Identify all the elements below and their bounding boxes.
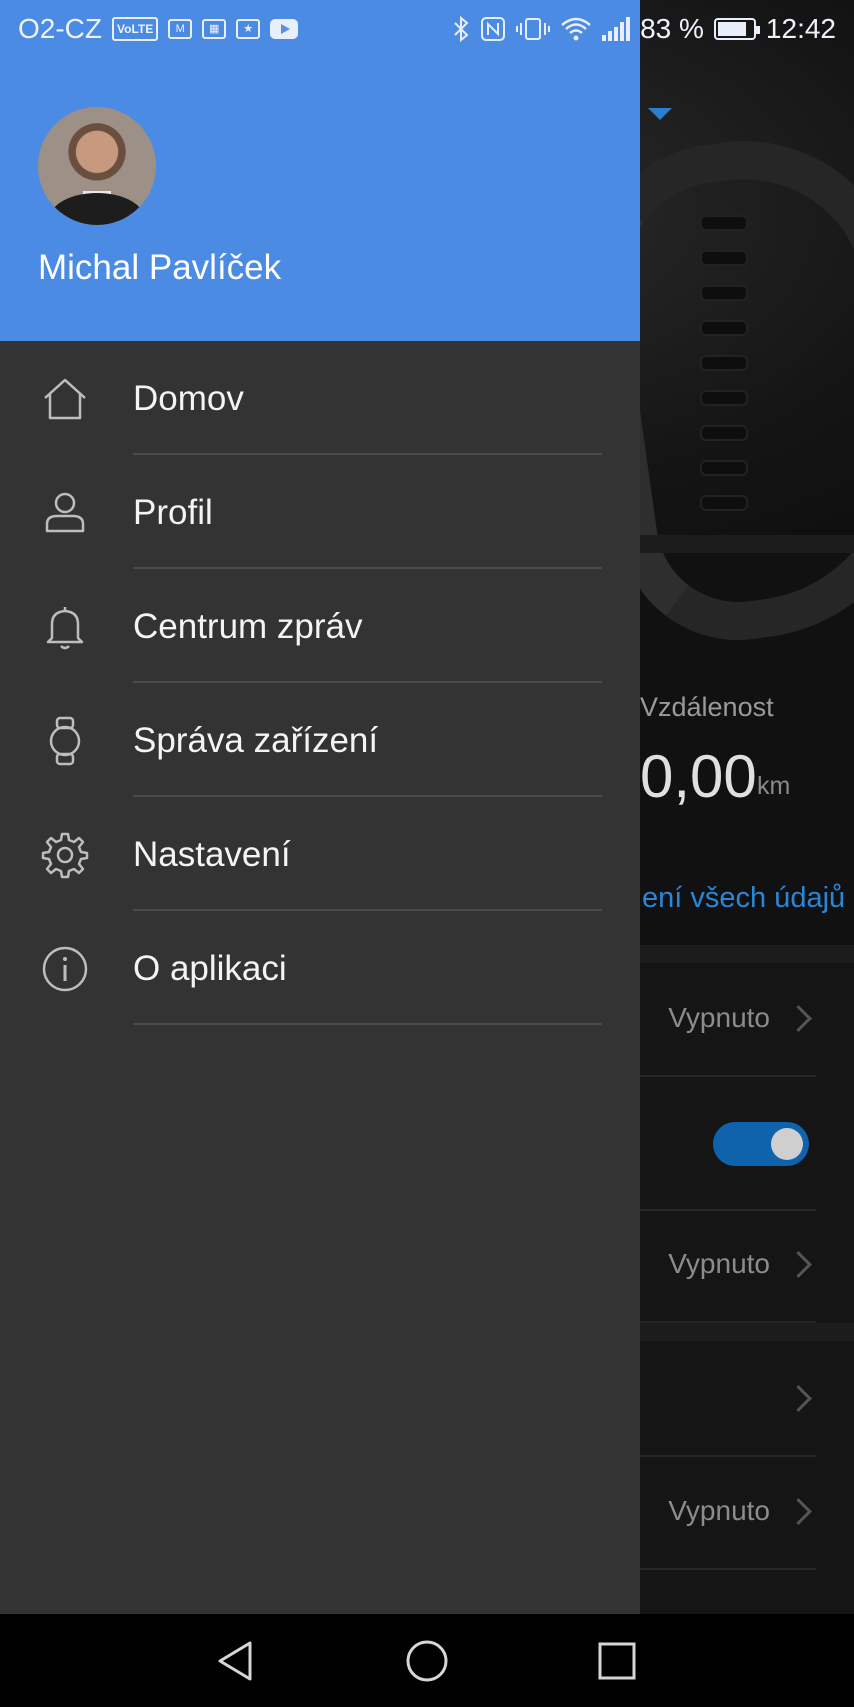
menu-item-label: O aplikaci bbox=[133, 949, 287, 988]
dropdown-caret-icon[interactable] bbox=[648, 108, 672, 120]
menu-item-label: Centrum zpráv bbox=[133, 607, 363, 646]
all-data-link[interactable]: ení všech údajů bbox=[642, 882, 845, 915]
setting-row[interactable]: Vypnuto bbox=[640, 965, 816, 1077]
bell-icon bbox=[40, 602, 90, 652]
chevron-right-icon bbox=[785, 1498, 812, 1525]
recents-icon[interactable] bbox=[592, 1636, 642, 1686]
status-bar: O2-CZ VoLTE M ▦ ★ 83 % 12:42 bbox=[0, 0, 854, 58]
distance-value: 0,00 bbox=[640, 743, 757, 810]
calendar-icon: ▦ bbox=[202, 19, 227, 39]
distance-unit: km bbox=[757, 772, 791, 800]
toggle-knob bbox=[771, 1128, 803, 1160]
watch-icon bbox=[40, 716, 90, 766]
setting-value: Vypnuto bbox=[668, 1002, 770, 1033]
back-icon[interactable] bbox=[212, 1636, 262, 1686]
menu-item-label: Profil bbox=[133, 493, 213, 532]
volte-icon: VoLTE bbox=[112, 17, 159, 41]
menu-item-devices[interactable]: Správa zařízení bbox=[0, 683, 640, 797]
bluetooth-icon bbox=[452, 16, 470, 42]
menu-item-label: Správa zařízení bbox=[133, 721, 379, 760]
setting-value: Vypnuto bbox=[668, 1248, 770, 1279]
drawer-menu: Domov Profil Centrum zpráv Správa zaříze… bbox=[0, 341, 640, 1025]
chevron-right-icon bbox=[785, 1385, 812, 1412]
nfc-icon bbox=[480, 17, 506, 41]
home-circle-icon[interactable] bbox=[402, 1636, 452, 1686]
wifi-icon bbox=[560, 17, 592, 41]
setting-row[interactable]: Vypnuto bbox=[640, 1458, 816, 1570]
signal-icon bbox=[602, 17, 631, 41]
menu-item-label: Nastavení bbox=[133, 835, 291, 874]
info-icon bbox=[40, 944, 90, 994]
menu-item-about[interactable]: O aplikaci bbox=[0, 911, 640, 1025]
badge-icon: ★ bbox=[236, 19, 261, 39]
menu-item-home[interactable]: Domov bbox=[0, 341, 640, 455]
gmail-icon: M bbox=[168, 19, 193, 39]
vibrate-icon bbox=[516, 17, 551, 41]
navigation-bar bbox=[0, 1614, 854, 1707]
menu-item-notifications[interactable]: Centrum zpráv bbox=[0, 569, 640, 683]
chevron-right-icon bbox=[785, 1005, 812, 1032]
carrier-name: O2-CZ bbox=[18, 13, 102, 44]
navigation-drawer: Michal Pavlíček Domov Profil Centrum zpr… bbox=[0, 0, 640, 1614]
avatar[interactable] bbox=[38, 107, 156, 225]
youtube-icon bbox=[270, 19, 299, 39]
home-icon bbox=[40, 374, 90, 424]
band-holes bbox=[700, 215, 760, 515]
chevron-right-icon bbox=[785, 1251, 812, 1278]
gear-icon bbox=[40, 830, 90, 880]
clock: 12:42 bbox=[765, 13, 836, 44]
setting-row[interactable] bbox=[640, 1345, 816, 1457]
menu-item-profile[interactable]: Profil bbox=[0, 455, 640, 569]
battery-icon bbox=[713, 18, 760, 40]
menu-item-label: Domov bbox=[133, 379, 244, 418]
setting-row[interactable]: Vypnuto bbox=[640, 1211, 816, 1323]
battery-percent: 83 % bbox=[640, 13, 704, 44]
setting-value: Vypnuto bbox=[668, 1495, 770, 1526]
divider bbox=[133, 1023, 602, 1025]
user-name[interactable]: Michal Pavlíček bbox=[38, 248, 281, 288]
person-icon bbox=[40, 488, 90, 538]
menu-item-settings[interactable]: Nastavení bbox=[0, 797, 640, 911]
setting-toggle[interactable] bbox=[713, 1122, 809, 1166]
distance-label: Vzdálenost bbox=[640, 692, 774, 722]
